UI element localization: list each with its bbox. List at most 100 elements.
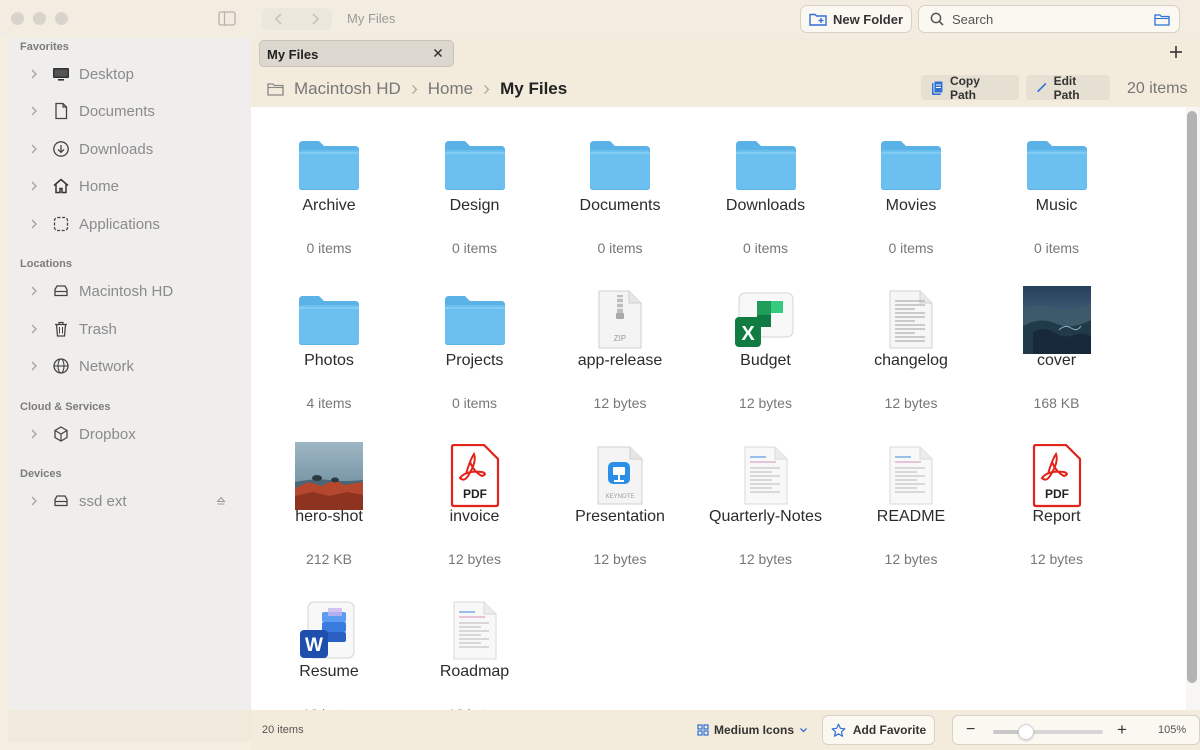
applications-icon: [53, 216, 69, 232]
home-icon: [53, 178, 69, 194]
chevron-right-icon[interactable]: [30, 68, 38, 80]
sidebar-item-downloads[interactable]: Downloads: [8, 134, 251, 164]
view-mode-dropdown[interactable]: Medium Icons: [697, 723, 808, 737]
folder-scope-icon[interactable]: [1154, 13, 1170, 26]
file-name: Roadmap: [439, 663, 510, 680]
file-item-invoice[interactable]: PDF invoice 12 bytes: [405, 418, 545, 568]
file-item-hero-shot[interactable]: hero-shot 212 KB: [259, 418, 399, 568]
minimize-window-button[interactable]: [33, 12, 46, 25]
file-item-photos[interactable]: Photos 4 items: [259, 262, 399, 412]
breadcrumb-item[interactable]: Macintosh HD: [294, 79, 401, 99]
file-item-documents[interactable]: Documents 0 items: [550, 107, 690, 257]
svg-text:KEYNOTE: KEYNOTE: [606, 494, 635, 500]
eject-icon[interactable]: [216, 496, 226, 506]
chevron-right-icon[interactable]: [30, 495, 38, 507]
sidebar-item-label: Desktop: [79, 66, 135, 83]
zoom-in-button[interactable]: +: [1117, 720, 1127, 740]
file-item-quarterly-notes[interactable]: Quarterly-Notes 12 bytes: [696, 418, 836, 568]
copy-path-button[interactable]: Copy Path: [921, 74, 1019, 102]
search-box[interactable]: [918, 5, 1180, 33]
file-item-archive[interactable]: Archive 0 items: [259, 107, 399, 257]
chevron-right-icon[interactable]: [30, 105, 38, 117]
folder-icon: [259, 129, 399, 201]
sidebar-item-label: Macintosh HD: [79, 283, 174, 300]
desktop-icon: [53, 68, 69, 81]
search-input[interactable]: [952, 11, 1142, 27]
search-icon: [930, 12, 944, 26]
close-icon[interactable]: [432, 47, 444, 59]
breadcrumb-item[interactable]: Home: [428, 79, 473, 99]
tab-my-files[interactable]: My Files: [259, 40, 454, 67]
sidebar-item-documents[interactable]: Documents: [8, 96, 251, 126]
svg-text:PDF: PDF: [463, 487, 487, 501]
pencil-icon: [1037, 82, 1047, 93]
zoom-slider[interactable]: [993, 724, 1103, 740]
file-item-readme[interactable]: README 12 bytes: [841, 418, 981, 568]
zoom-window-button[interactable]: [55, 12, 68, 25]
file-item-report[interactable]: PDF Report 12 bytes: [987, 418, 1127, 568]
file-item-design[interactable]: Design 0 items: [405, 107, 545, 257]
sidebar-item-macintosh-hd[interactable]: Macintosh HD: [8, 276, 251, 306]
file-item-changelog[interactable]: changelog 12 bytes: [841, 262, 981, 412]
folder-icon: [841, 129, 981, 201]
edit-path-label: Edit Path: [1053, 73, 1080, 102]
zoom-slider-knob[interactable]: [1018, 724, 1034, 740]
sidebar-item-dropbox[interactable]: Dropbox: [8, 419, 251, 449]
file-name: Archive: [302, 197, 356, 214]
file-item-projects[interactable]: Projects 0 items: [405, 262, 545, 412]
edit-path-button[interactable]: Edit Path: [1026, 73, 1110, 102]
chevron-right-icon[interactable]: [30, 285, 38, 297]
add-tab-icon[interactable]: [1169, 45, 1183, 59]
file-item-roadmap[interactable]: Roadmap12 bytes: [405, 573, 545, 710]
new-folder-button[interactable]: New Folder: [800, 5, 912, 33]
new-folder-icon: [809, 13, 827, 26]
breadcrumb-current[interactable]: My Files: [500, 79, 567, 99]
sidebar-item-desktop[interactable]: Desktop: [8, 59, 251, 89]
file-name: cover: [1036, 352, 1077, 369]
file-item-resume[interactable]: WResume12 bytes: [259, 573, 399, 710]
file-item-app-release[interactable]: ZIP app-release 12 bytes: [550, 262, 690, 412]
sidebar-item-trash[interactable]: Trash: [8, 314, 251, 344]
file-item-cover[interactable]: cover 168 KB: [987, 262, 1127, 412]
status-item-count: 20 items: [262, 724, 304, 736]
forward-icon[interactable]: [310, 13, 320, 25]
chevron-right-icon[interactable]: [30, 360, 38, 372]
file-name: Design: [449, 197, 500, 214]
file-item-movies[interactable]: Movies 0 items: [841, 107, 981, 257]
sidebar-item-label: Applications: [79, 216, 160, 233]
trash-icon: [55, 321, 67, 337]
add-favorite-button[interactable]: Add Favorite: [822, 715, 935, 745]
zoom-out-button[interactable]: −: [966, 721, 975, 739]
chevron-right-icon[interactable]: [30, 218, 38, 230]
file-item-music[interactable]: Music 0 items: [987, 107, 1127, 257]
sidebar-item-network[interactable]: Network: [8, 351, 251, 381]
close-window-button[interactable]: [11, 12, 24, 25]
file-size: 12 bytes: [593, 551, 647, 567]
file-size: 0 items: [451, 395, 498, 411]
file-size: 12 bytes: [1030, 551, 1083, 567]
vertical-scrollbar[interactable]: [1186, 107, 1200, 710]
file-item-downloads[interactable]: Downloads 0 items: [696, 107, 836, 257]
back-icon[interactable]: [274, 13, 284, 25]
zip-file-icon: ZIP: [550, 284, 690, 356]
text-file-icon: [841, 284, 981, 356]
chevron-right-icon[interactable]: [30, 180, 38, 192]
file-name: app-release: [577, 352, 663, 369]
sidebar-section-favorites: Favorites: [20, 41, 69, 53]
file-item-presentation[interactable]: KEYNOTE Presentation 12 bytes: [550, 418, 690, 568]
chevron-right-icon[interactable]: [30, 323, 38, 335]
sidebar-item-label: Network: [79, 358, 135, 375]
view-mode-label: Medium Icons: [714, 723, 795, 737]
file-size: 0 items: [306, 240, 352, 256]
sidebar-item-ssd-ext[interactable]: ssd ext: [8, 486, 251, 516]
sidebar-toggle-icon[interactable]: [218, 11, 236, 26]
dropbox-icon: [54, 426, 68, 442]
svg-text:ZIP: ZIP: [614, 334, 626, 343]
doc-file-icon: [405, 595, 545, 667]
sidebar-item-home[interactable]: Home: [8, 171, 251, 201]
file-item-budget[interactable]: X Budget 12 bytes: [696, 262, 836, 412]
sidebar-item-applications[interactable]: Applications: [8, 209, 251, 239]
chevron-right-icon[interactable]: [30, 428, 38, 440]
scrollbar-thumb[interactable]: [1187, 111, 1197, 683]
chevron-right-icon[interactable]: [30, 143, 38, 155]
